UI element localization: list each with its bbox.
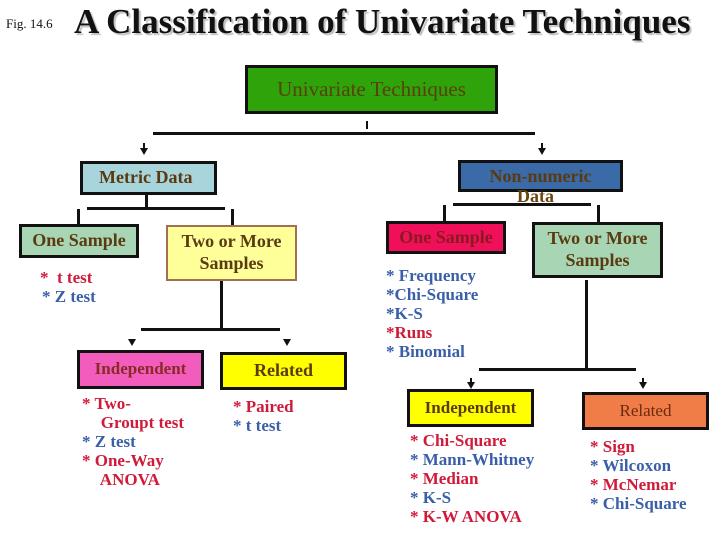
test-item: Groupt test	[88, 413, 185, 432]
connector	[231, 209, 234, 226]
metric-related-label: Related	[254, 360, 313, 381]
connector	[443, 205, 446, 222]
test-item: * t test	[233, 416, 282, 435]
root-box-univariate-techniques: Univariate Techniques	[245, 65, 498, 114]
nonmetric-independent-tests: * Chi-Square * Mann-Whitney * Median * K…	[410, 431, 534, 526]
connector	[479, 368, 636, 371]
test-item: * Median	[410, 469, 479, 488]
nonmetric-one-sample-tests: * Frequency *Chi-Square *K-S *Runs * Bin…	[386, 266, 478, 361]
metric-data-label: Metric Data	[99, 167, 193, 188]
connector	[585, 280, 588, 370]
test-item: * Chi-Square	[410, 431, 507, 450]
metric-one-sample-tests: * t test * Z test	[40, 268, 96, 306]
test-item: * Two-	[82, 394, 131, 413]
arrow-down-icon	[467, 382, 475, 389]
metric-independent-tests: * Two- Groupt test * Z test * One-Way AN…	[82, 394, 184, 489]
nonmetric-related-tests: * Sign * Wilcoxon * McNemar * Chi-Square	[590, 437, 687, 513]
test-item: * t test	[40, 268, 93, 287]
page-title: A Classification of Univariate Technique…	[74, 2, 691, 41]
root-label: Univariate Techniques	[277, 76, 466, 101]
test-item: * Paired	[233, 397, 294, 416]
test-item: * Chi-Square	[590, 494, 687, 513]
metric-independent-label: Independent	[94, 359, 187, 379]
figure-label: Fig. 14.6	[6, 16, 53, 31]
connector	[153, 132, 535, 135]
nonmetric-related-label: Related	[619, 400, 672, 420]
metric-independent-box: Independent	[77, 350, 204, 389]
metric-two-samples-box: Two or More Samples	[166, 225, 297, 281]
connector	[597, 205, 600, 222]
test-item: * One-Way	[82, 451, 164, 470]
nonmetric-one-sample-box: One Sample	[386, 221, 506, 254]
connector	[141, 328, 280, 331]
nonnumeric-data-label-1: Non-numeric	[489, 166, 592, 186]
nonmetric-independent-label: Independent	[424, 397, 517, 417]
metric-one-sample-label: One Sample	[32, 230, 126, 251]
arrow-down-icon	[140, 148, 148, 155]
test-item: * Z test	[82, 432, 136, 451]
test-item: * Mann-Whitney	[410, 450, 535, 469]
test-item: * Binomial	[386, 342, 465, 361]
metric-related-tests: * Paired * t test	[233, 397, 294, 435]
test-item: *K-S	[386, 304, 423, 323]
test-item: * Frequency	[386, 266, 476, 285]
test-item: *Runs	[386, 323, 433, 342]
test-item: *Chi-Square	[386, 285, 479, 304]
nonmetric-two-samples-label-1: Two or More	[547, 228, 648, 249]
connector	[366, 121, 368, 129]
metric-two-samples-label-2: Samples	[199, 253, 264, 273]
test-item: * K-W ANOVA	[410, 507, 522, 526]
connector	[87, 207, 225, 210]
nonmetric-related-box: Related	[582, 392, 709, 430]
test-item: ANOVA	[88, 470, 160, 489]
nonmetric-one-sample-label: One Sample	[399, 226, 493, 247]
nonmetric-two-samples-box: Two or More Samples	[532, 222, 663, 278]
connector	[220, 281, 223, 330]
arrow-down-icon	[538, 148, 546, 155]
metric-data-box: Metric Data	[80, 161, 217, 195]
connector	[453, 203, 591, 206]
nonmetric-independent-box: Independent	[407, 389, 534, 427]
test-item: * Wilcoxon	[590, 456, 672, 475]
test-item: * K-S	[410, 488, 452, 507]
metric-related-box: Related	[220, 352, 347, 390]
arrow-down-icon	[639, 382, 647, 389]
test-item: * Sign	[590, 437, 635, 456]
test-item: * McNemar	[590, 475, 677, 494]
arrow-down-icon	[128, 339, 136, 346]
nonmetric-two-samples-label-2: Samples	[565, 250, 630, 270]
arrow-down-icon	[283, 339, 291, 346]
metric-two-samples-label-1: Two or More	[181, 231, 282, 252]
metric-one-sample-box: One Sample	[19, 224, 139, 258]
test-item: * Z test	[42, 287, 96, 306]
